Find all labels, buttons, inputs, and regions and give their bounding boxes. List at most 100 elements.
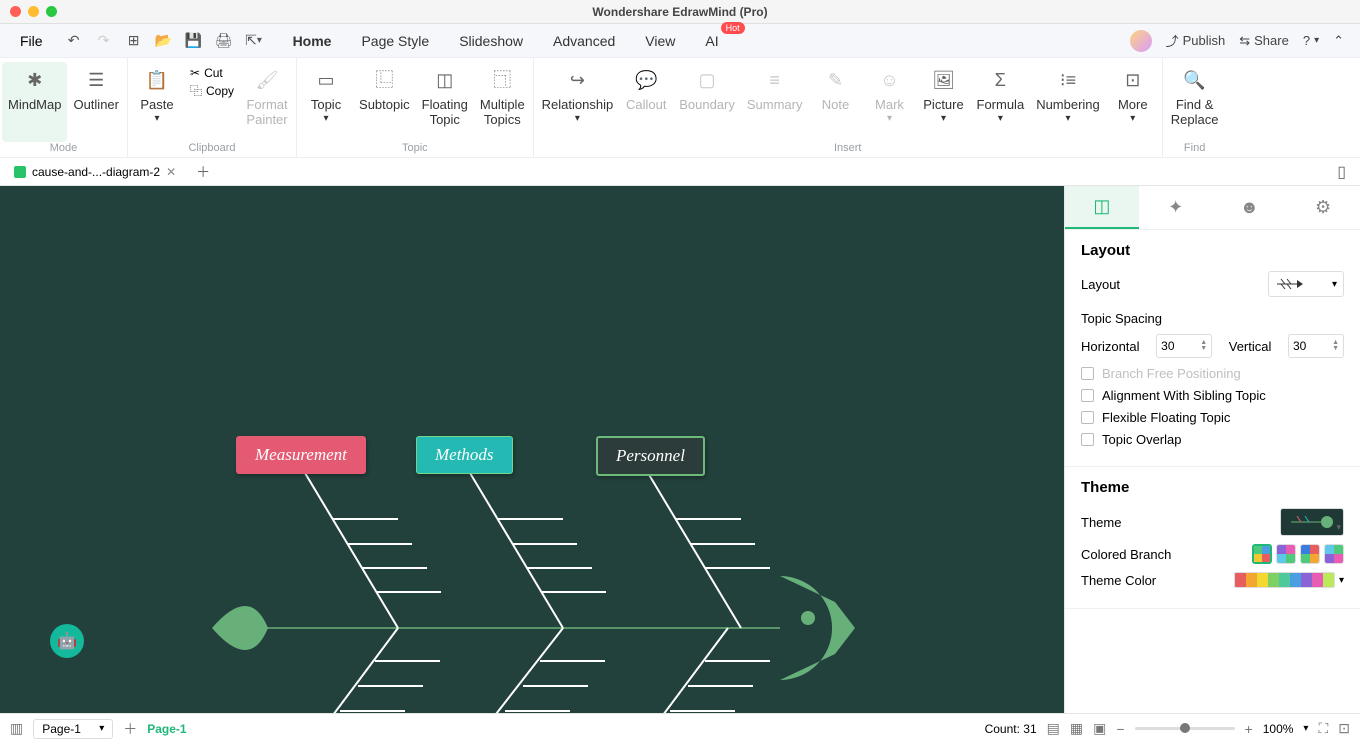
- mark-button[interactable]: ☺Mark▾: [863, 62, 917, 142]
- fishbone-diagram: [0, 186, 1064, 713]
- tab-view[interactable]: View: [631, 27, 689, 55]
- undo-icon[interactable]: ↶: [61, 28, 87, 54]
- vertical-label: Vertical: [1229, 339, 1272, 354]
- add-tab-button[interactable]: ＋: [190, 162, 216, 182]
- alignment-checkbox[interactable]: Alignment With Sibling Topic: [1081, 388, 1344, 403]
- mindmap-mode-button[interactable]: ✱MindMap: [2, 62, 67, 142]
- outliner-mode-button[interactable]: ☰Outliner: [67, 62, 125, 142]
- view-mode-2-icon[interactable]: ▦: [1070, 720, 1083, 737]
- note-icon: ✎: [824, 68, 848, 92]
- file-menu[interactable]: File: [6, 29, 57, 53]
- panel-tab-style-icon[interactable]: ✦: [1139, 186, 1213, 229]
- cause-measurement[interactable]: Measurement: [236, 436, 366, 474]
- relationship-icon: ↪: [565, 68, 589, 92]
- zoom-level: 100%: [1263, 722, 1294, 736]
- save-icon[interactable]: 💾: [181, 28, 207, 54]
- canvas[interactable]: Measurement Methods Personnel Environmen…: [0, 186, 1064, 713]
- panel-tab-layout-icon[interactable]: ◫: [1065, 186, 1139, 229]
- page-select[interactable]: Page-1▾: [33, 719, 113, 739]
- document-tab[interactable]: cause-and-...-diagram-2 ✕: [6, 161, 184, 183]
- fullscreen-icon[interactable]: ⛶: [1318, 720, 1328, 737]
- fit-icon[interactable]: ⊡: [1338, 720, 1350, 737]
- panel-tab-security-icon[interactable]: ☻: [1213, 186, 1287, 229]
- floating-topic-button[interactable]: ◫Floating Topic: [416, 62, 474, 142]
- new-doc-icon[interactable]: ⊞: [121, 28, 147, 54]
- close-tab-icon[interactable]: ✕: [166, 165, 176, 179]
- redo-icon[interactable]: ↷: [91, 28, 117, 54]
- add-page-icon[interactable]: ＋: [123, 719, 137, 739]
- swatch-3[interactable]: [1300, 544, 1320, 564]
- panel-tab-settings-icon[interactable]: ⚙: [1286, 186, 1360, 229]
- panel-toggle-icon[interactable]: ▯: [1337, 162, 1354, 182]
- multiple-topics-button[interactable]: ⿹Multiple Topics: [474, 62, 531, 142]
- chat-fab-button[interactable]: 🤖: [50, 624, 84, 658]
- numbering-button[interactable]: ⁝≡Numbering▾: [1030, 62, 1106, 142]
- tab-ai[interactable]: AIHot: [691, 27, 732, 55]
- zoom-slider[interactable]: [1135, 727, 1235, 730]
- open-icon[interactable]: 📂: [151, 28, 177, 54]
- side-panel-tabs: ◫ ✦ ☻ ⚙: [1065, 186, 1360, 230]
- swatch-1[interactable]: [1252, 544, 1272, 564]
- theme-label: Theme: [1081, 515, 1121, 530]
- zoom-out-icon[interactable]: −: [1116, 721, 1124, 737]
- layout-select[interactable]: ▾: [1268, 271, 1344, 297]
- more-button[interactable]: ⊡More▾: [1106, 62, 1160, 142]
- overlap-checkbox[interactable]: Topic Overlap: [1081, 432, 1344, 447]
- formula-button[interactable]: ΣFormula▾: [971, 62, 1031, 142]
- picture-button[interactable]: 🖼Picture▾: [917, 62, 971, 142]
- note-button[interactable]: ✎Note: [809, 62, 863, 142]
- topic-group-label: Topic: [299, 142, 531, 157]
- tab-slideshow[interactable]: Slideshow: [445, 27, 537, 55]
- tab-page-style[interactable]: Page Style: [347, 27, 443, 55]
- insert-group-label: Insert: [536, 142, 1160, 157]
- subtopic-icon: ⿺: [372, 68, 396, 92]
- maximize-window-icon[interactable]: [46, 6, 57, 17]
- summary-button[interactable]: ≡Summary: [741, 62, 809, 142]
- view-mode-3-icon[interactable]: ▣: [1093, 720, 1106, 737]
- find-replace-button[interactable]: 🔍Find & Replace: [1165, 62, 1225, 142]
- cause-methods[interactable]: Methods: [416, 436, 513, 474]
- more-icon: ⊡: [1121, 68, 1145, 92]
- callout-button[interactable]: 💬Callout: [619, 62, 673, 142]
- boundary-button[interactable]: ▢Boundary: [673, 62, 741, 142]
- share-button[interactable]: ⇆ Share: [1239, 33, 1289, 49]
- cut-button[interactable]: ✂ Cut: [190, 66, 234, 80]
- relationship-button[interactable]: ↪Relationship▾: [536, 62, 620, 142]
- copy-button[interactable]: ⿻ Copy: [190, 82, 234, 99]
- publish-button[interactable]: ⤴ Publish: [1166, 31, 1226, 50]
- view-mode-1-icon[interactable]: ▤: [1047, 720, 1060, 737]
- collapse-ribbon-icon[interactable]: ⌃: [1333, 33, 1344, 49]
- topic-button[interactable]: ▭Topic▾: [299, 62, 353, 142]
- print-icon[interactable]: 🖨: [211, 28, 237, 54]
- theme-color-strip[interactable]: [1234, 572, 1335, 588]
- topic-icon: ▭: [314, 68, 338, 92]
- format-painter-icon: 🖌: [255, 68, 279, 92]
- tab-home[interactable]: Home: [279, 27, 346, 55]
- close-window-icon[interactable]: [10, 6, 21, 17]
- layout-title: Layout: [1081, 242, 1344, 259]
- pages-icon[interactable]: ▥: [10, 720, 23, 737]
- minimize-window-icon[interactable]: [28, 6, 39, 17]
- format-painter-button[interactable]: 🖌Format Painter: [240, 62, 294, 142]
- formula-icon: Σ: [988, 68, 1012, 92]
- find-icon: 🔍: [1183, 68, 1207, 92]
- cause-personnel[interactable]: Personnel: [596, 436, 705, 476]
- titlebar: Wondershare EdrawMind (Pro): [0, 0, 1360, 24]
- tab-advanced[interactable]: Advanced: [539, 27, 629, 55]
- colored-branch-label: Colored Branch: [1081, 547, 1171, 562]
- paste-button[interactable]: 📋Paste▾: [130, 62, 184, 142]
- spacing-label: Topic Spacing: [1081, 311, 1344, 326]
- help-icon[interactable]: ? ▾: [1303, 33, 1319, 48]
- zoom-in-icon[interactable]: +: [1245, 721, 1253, 737]
- export-icon[interactable]: ⇱ ▾: [241, 28, 267, 54]
- vertical-input[interactable]: 30▲▼: [1288, 334, 1344, 358]
- floating-topic-icon: ◫: [433, 68, 457, 92]
- paste-icon: 📋: [145, 68, 169, 92]
- avatar[interactable]: [1130, 30, 1152, 52]
- flexible-checkbox[interactable]: Flexible Floating Topic: [1081, 410, 1344, 425]
- horizontal-input[interactable]: 30▲▼: [1156, 334, 1212, 358]
- theme-select[interactable]: ▾: [1280, 508, 1344, 536]
- swatch-2[interactable]: [1276, 544, 1296, 564]
- subtopic-button[interactable]: ⿺Subtopic: [353, 62, 416, 142]
- swatch-4[interactable]: [1324, 544, 1344, 564]
